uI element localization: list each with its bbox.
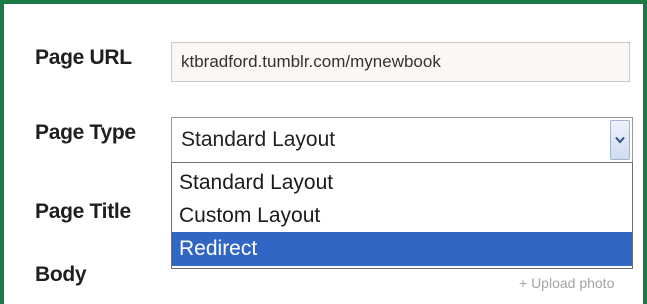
page-type-select[interactable]: Standard Layout — [171, 117, 633, 163]
page-url-value: ktbradford.tumblr.com/mynewbook — [181, 52, 441, 71]
page-type-label: Page Type — [35, 121, 136, 144]
option-redirect[interactable]: Redirect — [172, 232, 632, 266]
body-label: Body — [35, 263, 87, 286]
form-panel: Page URL ktbradford.tumblr.com/mynewbook… — [0, 0, 647, 304]
page-type-selected-value: Standard Layout — [181, 128, 336, 151]
upload-photo-link[interactable]: + Upload photo — [519, 275, 614, 291]
page-type-dropdown-list: Standard Layout Custom Layout Redirect — [171, 162, 633, 269]
page-url-input[interactable]: ktbradford.tumblr.com/mynewbook — [171, 42, 630, 82]
page-title-label: Page Title — [35, 200, 131, 223]
chevron-down-icon[interactable] — [610, 120, 630, 160]
option-custom-layout[interactable]: Custom Layout — [172, 199, 632, 232]
page-url-label: Page URL — [35, 46, 132, 69]
option-standard-layout[interactable]: Standard Layout — [172, 166, 632, 199]
